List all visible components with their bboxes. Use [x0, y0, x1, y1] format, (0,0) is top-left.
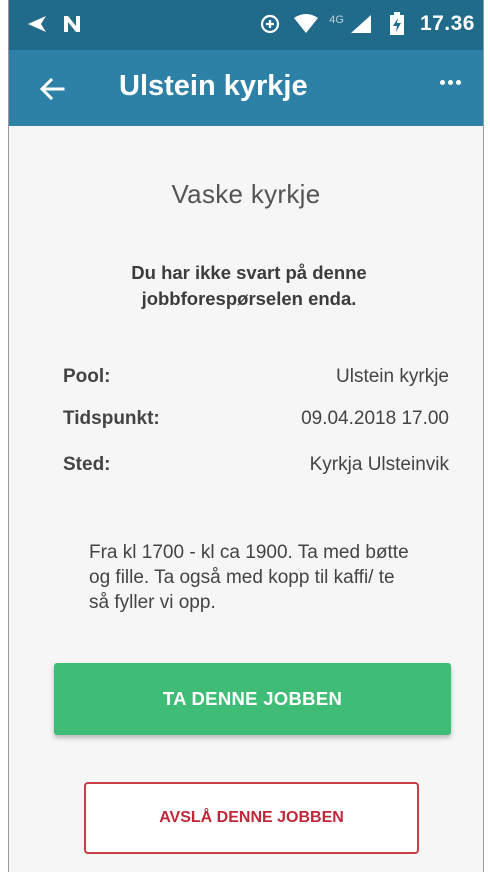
status-time: 17.36: [419, 12, 475, 35]
detail-row-pool: Pool: Ulstein kyrkje: [63, 366, 449, 396]
wifi-icon: [293, 11, 319, 37]
app-screen: 4G 17.36 Ulstein kyrkje Vaske kyrkje Du …: [8, 0, 484, 872]
network-type-label: 4G: [329, 14, 344, 26]
decline-job-button[interactable]: AVSLÅ DENNE JOBBEN: [84, 782, 419, 854]
accept-job-button[interactable]: TA DENNE JOBBEN: [54, 663, 451, 735]
detail-value: 09.04.2018 17.00: [301, 408, 449, 429]
job-title: Vaske kyrkje: [171, 179, 321, 209]
status-bar: 4G 17.36: [9, 0, 483, 50]
job-description: Fra kl 1700 - kl ca 1900. Ta med bøtte o…: [89, 542, 409, 613]
detail-value: Kyrkja Ulsteinvik: [309, 454, 449, 475]
app-toolbar: Ulstein kyrkje: [9, 50, 483, 126]
send-icon: [23, 11, 49, 37]
n-notification-icon: [59, 11, 85, 37]
response-notice: Du har ikke svart på denne jobbforespørs…: [131, 262, 367, 309]
detail-label: Pool:: [63, 366, 111, 387]
job-details: Vaske kyrkje Du har ikke svart på denne …: [9, 126, 483, 872]
arrow-back-icon[interactable]: [37, 74, 67, 104]
data-saver-icon: [257, 11, 283, 37]
detail-row-location: Sted: Kyrkja Ulsteinvik: [63, 454, 449, 484]
detail-row-time: Tidspunkt: 09.04.2018 17.00: [63, 408, 449, 438]
detail-label: Tidspunkt:: [63, 408, 160, 429]
page-title: Ulstein kyrkje: [119, 70, 308, 102]
detail-value: Ulstein kyrkje: [336, 366, 449, 387]
cell-signal-icon: [348, 11, 374, 37]
more-dots-icon[interactable]: [440, 80, 461, 85]
detail-label: Sted:: [63, 454, 111, 475]
battery-charging-icon: [384, 11, 410, 37]
